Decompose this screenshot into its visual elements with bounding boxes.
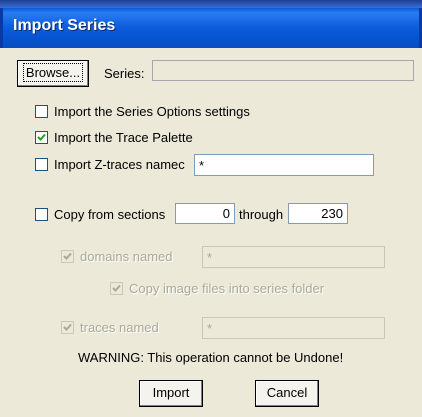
series-field[interactable] xyxy=(152,60,414,81)
cancel-button[interactable]: Cancel xyxy=(255,380,319,407)
copy-sections-label: Copy from sections xyxy=(54,207,166,222)
domains-named-input[interactable] xyxy=(202,246,385,268)
checkmark-icon xyxy=(63,323,72,331)
domains-named-checkbox[interactable] xyxy=(61,250,74,263)
checkmark-icon xyxy=(112,284,121,292)
traces-named-checkbox[interactable] xyxy=(61,321,74,334)
z-traces-name-input[interactable] xyxy=(194,154,374,176)
import-series-options-label: Import the Series Options settings xyxy=(54,104,250,119)
copy-image-files-checkbox[interactable] xyxy=(110,282,123,295)
copy-image-files-label: Copy image files into series folder xyxy=(129,281,325,296)
browse-button-label: Browse... xyxy=(22,63,84,82)
section-to-input[interactable] xyxy=(288,203,348,224)
window-title: Import Series xyxy=(13,17,116,34)
import-trace-palette-label: Import the Trace Palette xyxy=(54,130,193,145)
import-z-traces-label: Import Z-traces namec xyxy=(54,157,185,172)
import-trace-palette-checkbox[interactable] xyxy=(35,131,48,144)
series-label: Series: xyxy=(104,66,145,81)
domains-named-label: domains named xyxy=(80,249,173,264)
window-top-strip xyxy=(0,0,422,8)
browse-button[interactable]: Browse... xyxy=(17,60,89,87)
traces-named-label: traces named xyxy=(80,320,159,335)
title-bar[interactable]: Import Series xyxy=(0,8,422,48)
copy-sections-checkbox[interactable] xyxy=(35,208,48,221)
import-z-traces-checkbox[interactable] xyxy=(35,158,48,171)
checkmark-icon xyxy=(37,133,46,141)
import-series-options-checkbox[interactable] xyxy=(35,105,48,118)
checkmark-icon xyxy=(63,252,72,260)
import-series-dialog: Import Series Browse... Series: Import t… xyxy=(0,0,422,417)
warning-text: WARNING: This operation cannot be Undone… xyxy=(78,350,344,365)
import-button[interactable]: Import xyxy=(139,380,203,407)
traces-named-input[interactable] xyxy=(202,317,385,339)
through-label: through xyxy=(239,207,284,222)
section-from-input[interactable] xyxy=(175,203,235,224)
